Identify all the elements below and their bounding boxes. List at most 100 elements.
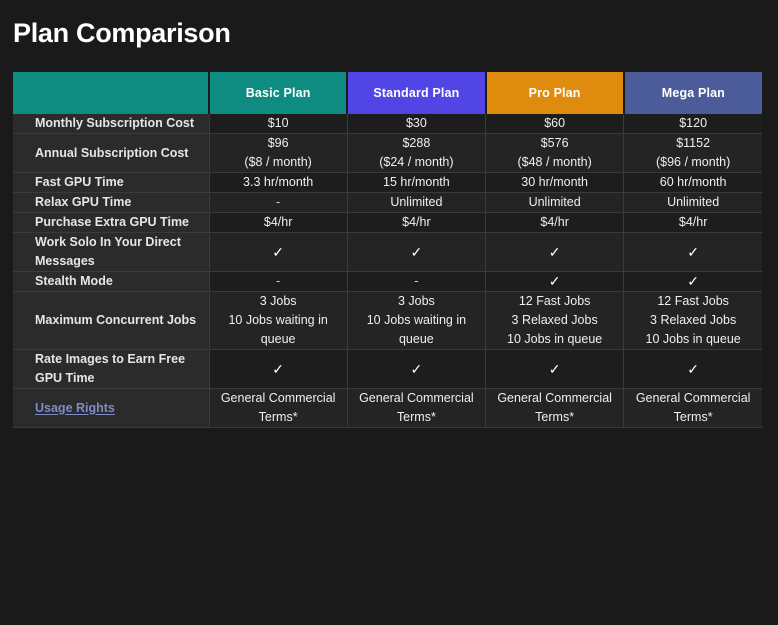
cell-line: $576: [540, 136, 569, 150]
cell-line: $10: [267, 116, 289, 130]
cell-line: 12 Fast Jobs: [518, 294, 591, 308]
cell-content: $1152 ($96 / month): [630, 134, 756, 172]
data-cell: Unlimited: [623, 192, 762, 213]
data-cell: General Commercial Terms*: [485, 388, 625, 428]
dash-icon: -: [276, 195, 281, 209]
cell-content: ✓: [630, 360, 756, 379]
check-icon: ✓: [687, 273, 699, 289]
row-label-cell: Annual Subscription Cost: [13, 133, 210, 173]
cell-content: 30 hr/month: [492, 173, 617, 192]
usage-rights-link[interactable]: Usage Rights: [35, 401, 115, 415]
column-header-basic-plan: Basic Plan: [209, 72, 349, 114]
data-cell: 12 Fast Jobs 3 Relaxed Jobs 10 Jobs in que…: [485, 291, 625, 350]
cell-content: $96 ($8 / month): [216, 134, 341, 172]
cell-line: $1152: [676, 136, 711, 150]
check-icon: ✓: [272, 360, 284, 377]
cell-content: Unlimited: [492, 193, 617, 212]
cell-line: $4/hr: [402, 215, 431, 229]
row-label-cell: Relax GPU Time: [13, 192, 210, 213]
data-cell: $10: [209, 114, 348, 134]
cell-content: $30: [354, 114, 479, 133]
cell-content: $60: [492, 114, 617, 133]
check-icon: ✓: [687, 243, 699, 260]
table-row: Maximum Concurrent Jobs 3 Jobs 10 Jobs wai…: [13, 291, 762, 350]
cell-content: -: [216, 193, 341, 212]
data-cell: -: [209, 192, 348, 213]
cell-content: ✓: [630, 243, 756, 262]
cell-content: -: [354, 272, 479, 291]
cell-line: 15 hr/month: [383, 175, 450, 189]
data-cell: ✓: [347, 232, 487, 272]
data-cell: 3 Jobs 10 Jobs waiting in queue: [209, 291, 348, 350]
data-cell: ✓: [209, 349, 348, 389]
data-cell: 30 hr/month: [485, 172, 625, 193]
data-cell: -: [209, 271, 348, 292]
cell-line: 12 Fast Jobs: [657, 294, 729, 308]
cell-content: 3 Jobs 10 Jobs waiting in queue: [354, 292, 479, 349]
cell-content: ✓: [354, 243, 479, 262]
cell-line: 3.3 hr/month: [243, 175, 314, 189]
check-icon: ✓: [410, 360, 423, 377]
data-cell: ✓: [347, 349, 487, 389]
column-header-mega-plan: Mega Plan: [623, 72, 762, 114]
cell-line: 3 Jobs: [397, 294, 435, 308]
data-cell: ✓: [623, 271, 762, 292]
row-label-cell: Purchase Extra GPU Time: [13, 212, 210, 233]
cell-line: 10 Jobs in queue: [645, 332, 741, 346]
cell-content: ✓: [492, 360, 617, 379]
data-cell: Unlimited: [347, 192, 487, 213]
cell-line: 10 Jobs waiting in queue: [228, 313, 328, 346]
data-cell: $288 ($24 / month): [347, 133, 487, 173]
cell-line: 3 Relaxed Jobs: [650, 313, 737, 327]
dash-icon: -: [414, 274, 419, 288]
row-label-cell: Work Solo In Your Direct Messages: [13, 232, 210, 272]
data-cell: -: [347, 271, 487, 292]
cell-line: General Commercial Terms*: [359, 391, 474, 424]
data-cell: General Commercial Terms*: [209, 388, 348, 428]
data-cell: $4/hr: [623, 212, 762, 233]
cell-content: $288 ($24 / month): [354, 134, 479, 172]
data-cell: $576 ($48 / month): [485, 133, 625, 173]
cell-content: $576 ($48 / month): [492, 134, 617, 172]
cell-content: General Commercial Terms*: [492, 389, 617, 427]
cell-content: Unlimited: [630, 193, 756, 212]
data-cell: $120: [623, 114, 762, 134]
cell-line: $60: [544, 116, 566, 130]
cell-content: ✓: [354, 360, 479, 379]
cell-content: ✓: [492, 272, 617, 291]
data-cell: ✓: [623, 349, 762, 389]
cell-content: General Commercial Terms*: [216, 389, 341, 427]
cell-line: 10 Jobs in queue: [507, 332, 603, 346]
table-row: Rate Images to Earn Free GPU Time ✓ ✓ ✓ ✓: [13, 349, 762, 389]
cell-content: General Commercial Terms*: [630, 389, 756, 427]
row-label-cell: Monthly Subscription Cost: [13, 114, 210, 134]
data-cell: $96 ($8 / month): [209, 133, 348, 173]
cell-content: 3 Jobs 10 Jobs waiting in queue: [216, 292, 341, 349]
table-row: Relax GPU Time - Unlimited Unlimited Unlimit…: [13, 192, 762, 213]
column-header-standard-plan: Standard Plan: [347, 72, 487, 114]
cell-content: -: [216, 272, 341, 291]
cell-line: Unlimited: [390, 195, 443, 209]
row-label-cell[interactable]: Usage Rights: [13, 388, 210, 428]
cell-content: General Commercial Terms*: [354, 389, 479, 427]
table-corner-cell: [13, 72, 210, 114]
cell-line: ($48 / month): [517, 155, 592, 169]
cell-content: $4/hr: [492, 213, 617, 232]
cell-content: ✓: [216, 243, 341, 262]
row-label-cell: Maximum Concurrent Jobs: [13, 291, 210, 350]
data-cell: $4/hr: [347, 212, 487, 233]
row-label-cell: Stealth Mode: [13, 271, 210, 292]
data-cell: Unlimited: [485, 192, 625, 213]
table-row: Annual Subscription Cost $96 ($8 / month) $…: [13, 133, 762, 173]
cell-content: 60 hr/month: [630, 173, 756, 192]
cell-content: 3.3 hr/month: [216, 173, 341, 192]
cell-line: $96: [267, 136, 289, 150]
table-header: Basic Plan Standard Plan Pro Plan Mega P…: [13, 72, 762, 114]
cell-line: Unlimited: [528, 195, 581, 209]
data-cell: $1152 ($96 / month): [623, 133, 762, 173]
check-icon: ✓: [548, 273, 561, 289]
data-cell: 3.3 hr/month: [209, 172, 348, 193]
cell-content: ✓: [630, 272, 756, 291]
cell-line: ($8 / month): [244, 155, 312, 169]
cell-line: $30: [405, 116, 427, 130]
